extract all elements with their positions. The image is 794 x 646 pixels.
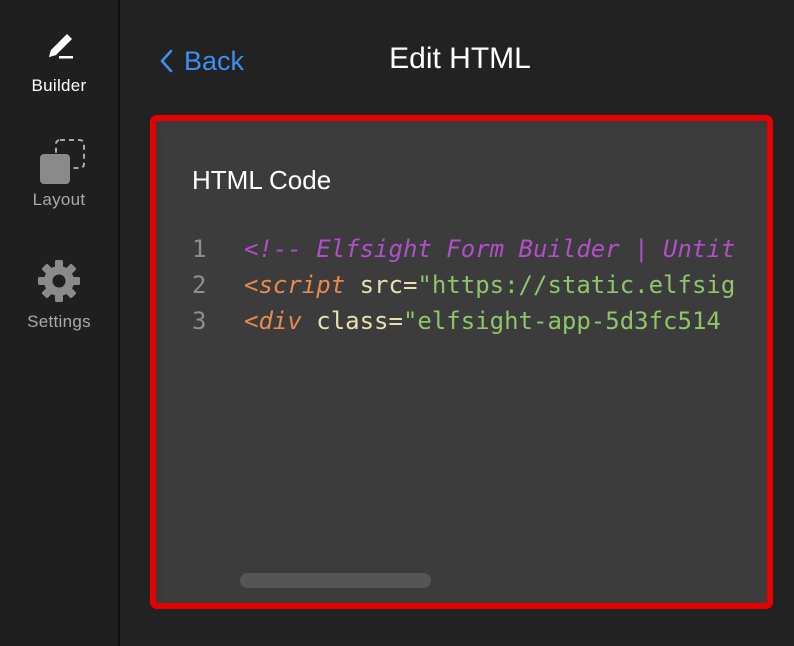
sidebar-item-builder[interactable]: Builder	[0, 22, 118, 96]
sidebar-item-layout[interactable]: Layout	[0, 134, 118, 210]
sidebar: Builder Layout Settings	[0, 0, 120, 646]
html-code-editor[interactable]: HTML Code 1 <!-- Elfsight Form Builder |…	[162, 129, 767, 603]
code-attribute: src	[345, 271, 403, 299]
editor-heading: HTML Code	[192, 165, 332, 195]
code-line[interactable]: 2 <script src = "https://static.elfsig	[192, 267, 767, 303]
sidebar-item-label: Settings	[27, 312, 91, 331]
back-button[interactable]: Back	[158, 44, 244, 78]
sidebar-item-settings[interactable]: Settings	[0, 256, 118, 332]
line-number: 3	[192, 307, 207, 335]
back-label: Back	[184, 45, 245, 76]
code-equals: =	[402, 271, 418, 299]
pencil-icon	[34, 22, 84, 72]
code-line[interactable]: 3 <div class = "elfsight-app-5d3fc514	[192, 303, 767, 339]
app-window: Builder Layout Settings Back Edit HTML H…	[0, 0, 794, 646]
layout-icon	[34, 134, 85, 184]
sidebar-item-label: Layout	[32, 190, 86, 209]
code-equals: =	[388, 307, 403, 335]
line-number: 2	[192, 271, 207, 299]
code-line[interactable]: 1 <!-- Elfsight Form Builder | Untit	[192, 231, 767, 267]
sidebar-item-label: Builder	[31, 76, 87, 95]
highlight-frame: HTML Code 1 <!-- Elfsight Form Builder |…	[150, 115, 773, 609]
line-number: 1	[192, 235, 207, 263]
code-tag: <script	[244, 271, 346, 299]
code-comment: <!-- Elfsight Form Builder | Untit	[244, 235, 736, 263]
gear-icon	[34, 256, 84, 306]
code-string: "elfsight-app-5d3fc514	[402, 307, 721, 335]
code-area[interactable]: 1 <!-- Elfsight Form Builder | Untit 2 <…	[192, 231, 767, 339]
chevron-left-icon	[158, 48, 176, 74]
code-tag: <div	[244, 307, 302, 335]
code-string: "https://static.elfsig	[417, 271, 736, 299]
horizontal-scrollbar[interactable]	[240, 573, 431, 588]
code-attribute: class	[301, 307, 389, 335]
page-title: Edit HTML	[389, 42, 531, 75]
